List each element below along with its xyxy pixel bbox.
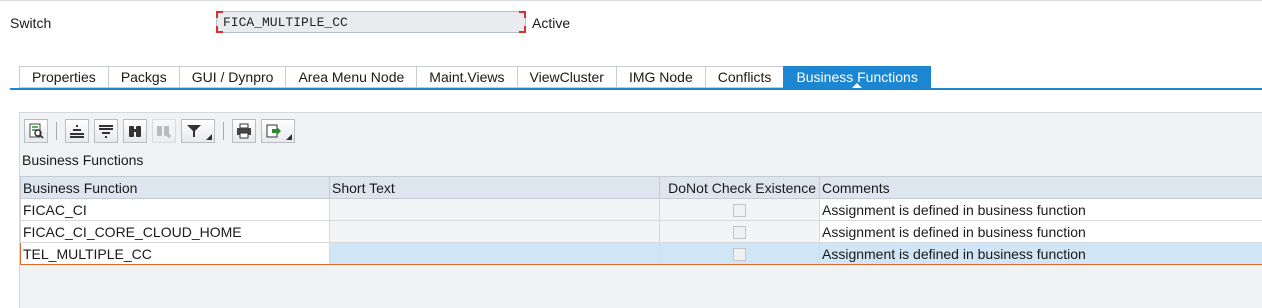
tab-view-cluster[interactable]: ViewCluster <box>516 66 616 88</box>
switch-value: FICA_MULTIPLE_CC <box>223 15 348 30</box>
required-corner <box>519 26 526 33</box>
switch-status: Active <box>532 15 571 31</box>
export-icon <box>266 124 281 138</box>
tab-packages[interactable]: Packgs <box>107 66 179 88</box>
table-row[interactable]: FICAC_CI_CORE_CLOUD_HOME Assignment is d… <box>20 220 1262 243</box>
find-next-icon <box>157 126 171 138</box>
column-header-short-text[interactable]: Short Text <box>329 176 660 199</box>
find-icon <box>129 126 141 137</box>
sort-ascending-button[interactable] <box>65 119 89 143</box>
tab-area-menu-node[interactable]: Area Menu Node <box>285 66 417 88</box>
tab-maint-views[interactable]: Maint.Views <box>416 66 517 88</box>
business-functions-table: Business Function Short Text DoNot Check… <box>20 176 1262 265</box>
tab-img-node[interactable]: IMG Node <box>615 66 705 88</box>
tab-gui-dynpro[interactable]: GUI / Dynpro <box>178 66 286 88</box>
find-button[interactable] <box>123 119 147 143</box>
align-top-icon <box>70 125 84 138</box>
tab-business-functions[interactable]: Business Functions <box>783 66 931 88</box>
details-icon <box>29 123 44 139</box>
column-header-donot-check-existence[interactable]: DoNot Check Existence <box>659 176 820 199</box>
switch-field[interactable]: FICA_MULTIPLE_CC <box>216 11 526 33</box>
required-corner <box>519 11 526 18</box>
grid-toolbar <box>24 118 300 144</box>
short-text-cell <box>329 220 660 243</box>
find-next-button[interactable] <box>152 119 176 143</box>
comments-cell: Assignment is defined in business functi… <box>819 220 1262 243</box>
table-row-selected[interactable]: TEL_MULTIPLE_CC Assignment is defined in… <box>20 242 1262 265</box>
chevron-down-icon <box>286 134 292 140</box>
filter-icon <box>187 125 201 137</box>
donot-check-cell <box>659 220 820 243</box>
donot-check-cell <box>659 198 820 221</box>
column-header-comments[interactable]: Comments <box>819 176 1262 199</box>
tab-underline <box>10 88 1262 90</box>
business-functions-panel: Business Functions Business Function Sho… <box>19 112 1262 308</box>
details-button[interactable] <box>24 119 48 143</box>
short-text-cell <box>329 242 660 265</box>
donot-check-checkbox[interactable] <box>733 248 746 262</box>
toolbar-separator <box>223 122 224 140</box>
tab-properties[interactable]: Properties <box>19 66 108 88</box>
short-text-cell <box>329 198 660 221</box>
required-corner <box>216 11 223 18</box>
donot-check-cell <box>659 242 820 265</box>
sort-descending-button[interactable] <box>94 119 118 143</box>
top-divider <box>0 0 1262 1</box>
table-row[interactable]: FICAC_CI Assignment is defined in busine… <box>20 198 1262 221</box>
comments-cell: Assignment is defined in business functi… <box>819 198 1262 221</box>
filter-button[interactable] <box>181 119 215 143</box>
grid-title: Business Functions <box>22 152 144 168</box>
print-icon <box>237 123 251 139</box>
column-header-business-function[interactable]: Business Function <box>20 176 330 199</box>
donot-check-checkbox[interactable] <box>733 226 746 240</box>
donot-check-checkbox[interactable] <box>733 204 746 218</box>
print-button[interactable] <box>232 119 256 143</box>
tab-strip: Properties Packgs GUI / Dynpro Area Menu… <box>19 66 931 88</box>
business-function-cell[interactable]: FICAC_CI <box>20 198 330 221</box>
align-bottom-icon <box>99 125 113 138</box>
table-header-row: Business Function Short Text DoNot Check… <box>20 176 1262 199</box>
business-function-cell[interactable]: TEL_MULTIPLE_CC <box>20 242 330 265</box>
chevron-down-icon <box>206 134 212 140</box>
comments-cell: Assignment is defined in business functi… <box>819 242 1262 265</box>
switch-label: Switch <box>10 15 52 31</box>
export-button[interactable] <box>261 119 295 143</box>
required-corner <box>216 26 223 33</box>
tab-conflicts[interactable]: Conflicts <box>704 66 784 88</box>
toolbar-separator <box>56 122 57 140</box>
business-function-cell[interactable]: FICAC_CI_CORE_CLOUD_HOME <box>20 220 330 243</box>
